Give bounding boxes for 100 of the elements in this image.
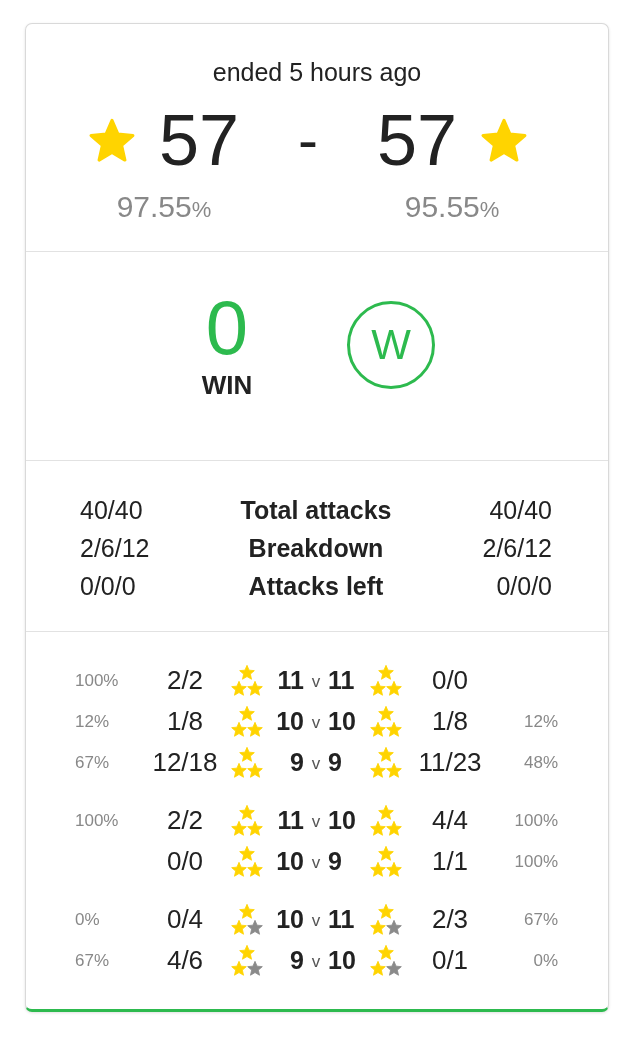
attack-record: 2/2 (166, 805, 204, 836)
versus-text: v (311, 670, 321, 692)
star-icon (370, 821, 386, 836)
percentage-text: 100% (75, 810, 119, 831)
star-icon (370, 920, 386, 935)
star-icon (239, 747, 255, 762)
attack-record: 2/3 (431, 904, 469, 935)
level-text: 10 (276, 707, 304, 736)
stat-value: 40/40 (80, 495, 143, 526)
star-icon (481, 118, 528, 162)
level-text: 10 (328, 806, 356, 835)
level-text: 10 (328, 707, 356, 736)
status-text: ended 5 hours ago (212, 58, 422, 86)
star-icon (239, 945, 255, 960)
star-icon (247, 681, 263, 696)
star-icon (239, 846, 255, 861)
star-icon (231, 961, 247, 976)
percentage-text: 100% (514, 851, 558, 872)
star-icon (247, 763, 263, 778)
versus-text: v (311, 810, 321, 832)
star-icon (231, 821, 247, 836)
score-difference: 0 (205, 290, 249, 366)
percentage-text: 100% (75, 670, 119, 691)
star-icon (386, 920, 402, 935)
percentage-text: 67% (523, 909, 558, 930)
star-icon (378, 747, 394, 762)
attack-record: 2/2 (166, 665, 204, 696)
star-icon (378, 665, 394, 680)
star-icon (88, 118, 135, 162)
score-text: 57 (158, 100, 239, 180)
versus-text: v (311, 950, 321, 972)
attack-record: 4/4 (431, 805, 469, 836)
star-icon (239, 706, 255, 721)
percentage-text: 0% (533, 950, 558, 971)
attack-record: 4/6 (166, 945, 204, 976)
star-icon (370, 862, 386, 877)
star-icon (247, 722, 263, 737)
attack-record: 0/0 (431, 665, 469, 696)
stat-label: Total attacks (240, 495, 392, 526)
percentage-text: 67% (75, 752, 110, 773)
star-icon (386, 821, 402, 836)
attack-record: 1/8 (431, 706, 469, 737)
star-icon (386, 763, 402, 778)
star-icon (378, 945, 394, 960)
star-icon (231, 681, 247, 696)
star-icon (247, 920, 263, 935)
star-icon (386, 722, 402, 737)
stat-value: 2/6/12 (80, 533, 150, 564)
star-icon (247, 821, 263, 836)
attack-record: 1/8 (166, 706, 204, 737)
result-label: WIN (201, 370, 253, 400)
versus-text: v (311, 909, 321, 931)
star-icon (386, 681, 402, 696)
star-icon (231, 722, 247, 737)
star-icon (231, 763, 247, 778)
level-text: 11 (328, 905, 355, 934)
stat-label: Breakdown (248, 533, 384, 564)
star-icon (378, 706, 394, 721)
attack-record: 11/23 (418, 747, 482, 778)
attack-record: 12/18 (152, 747, 218, 778)
stat-value: 0/0/0 (80, 571, 136, 602)
star-icon (231, 920, 247, 935)
star-icon (378, 846, 394, 861)
attack-record: 1/1 (431, 846, 469, 877)
attack-record: 0/1 (431, 945, 469, 976)
level-text: 11 (277, 666, 304, 695)
stat-label: Attacks left (248, 571, 384, 602)
percentage-text: 12% (75, 711, 110, 732)
star-icon (239, 665, 255, 680)
star-icon (370, 763, 386, 778)
level-text: 10 (276, 905, 304, 934)
stat-value: 40/40 (489, 495, 552, 526)
star-icon (378, 805, 394, 820)
percentage-text: 0% (75, 909, 100, 930)
level-text: 10 (276, 847, 304, 876)
level-text: 9 (328, 847, 342, 876)
star-icon (239, 904, 255, 919)
level-text: 11 (277, 806, 304, 835)
percentage-text: 12% (523, 711, 558, 732)
percentage-text: 48% (523, 752, 558, 773)
result-badge: W (347, 301, 435, 389)
star-icon (386, 862, 402, 877)
percentage-text: 100% (514, 810, 558, 831)
level-text: 9 (290, 748, 304, 777)
versus-text: v (311, 711, 321, 733)
percentage-text: 97.55% (116, 189, 212, 225)
star-icon (378, 904, 394, 919)
star-icon (239, 805, 255, 820)
level-text: 11 (328, 666, 355, 695)
attack-record: 0/0 (166, 846, 204, 877)
stat-value: 2/6/12 (482, 533, 552, 564)
star-icon (247, 862, 263, 877)
level-text: 10 (328, 946, 356, 975)
versus-text: v (311, 752, 321, 774)
score-separator: - (298, 105, 318, 175)
score-text: 57 (377, 100, 458, 180)
percentage-text: 95.55% (404, 189, 500, 225)
star-icon (247, 961, 263, 976)
versus-text: v (311, 851, 321, 873)
star-icon (370, 722, 386, 737)
